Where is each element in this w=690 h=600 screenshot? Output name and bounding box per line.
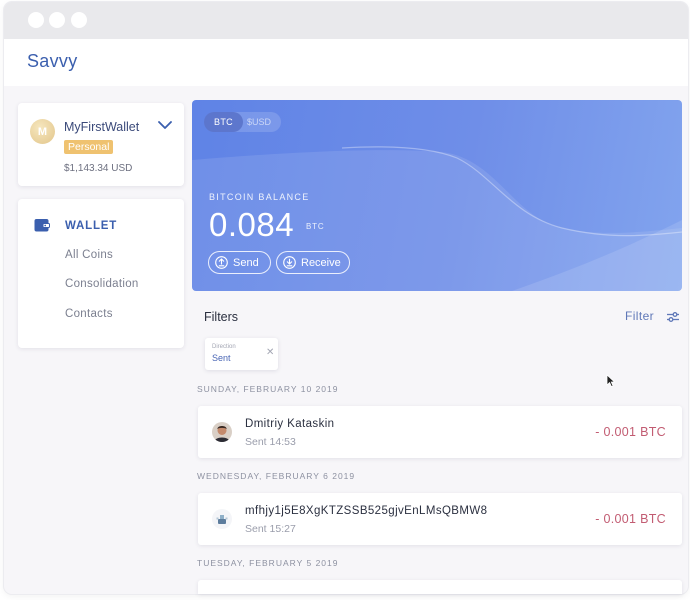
window-control-dot[interactable] [49, 12, 65, 28]
filter-chip-direction[interactable]: Direction Sent ✕ [205, 338, 278, 370]
filters-title: Filters [204, 310, 239, 324]
app-title: Savvy [27, 51, 78, 71]
wallet-balance-usd: $1,143.34 USD [64, 163, 133, 174]
tab-usd[interactable]: $USD [247, 112, 271, 132]
window-control-dot[interactable] [71, 12, 87, 28]
receive-label: Receive [301, 256, 341, 269]
upload-icon [215, 256, 228, 269]
chevron-down-icon[interactable] [158, 119, 172, 131]
balance-hero: BTC $USD BITCOIN BALANCE 0.084 BTC Send … [192, 100, 682, 291]
send-label: Send [233, 256, 259, 269]
send-button[interactable]: Send [208, 251, 271, 274]
window-control-dot[interactable] [28, 12, 44, 28]
receive-button[interactable]: Receive [276, 251, 350, 274]
transaction-row[interactable]: mfhjy1j5E8XgKTZSSB525gjvEnLMsQBMW8 Sent … [198, 493, 682, 545]
date-header: SUNDAY, FEBRUARY 10 2019 [197, 384, 339, 394]
sidebar-item-wallet[interactable]: WALLET [65, 220, 117, 232]
sliders-icon[interactable] [667, 311, 679, 323]
transaction-amount: - 0.001 BTC [595, 425, 666, 439]
window-titlebar [4, 2, 688, 39]
sidebar-item-all-coins[interactable]: All Coins [65, 249, 113, 261]
wallet-avatar: M [30, 119, 55, 144]
wallet-type-badge: Personal [64, 140, 114, 154]
mouse-cursor-icon [606, 374, 616, 388]
balance-value: 0.084 [209, 206, 295, 243]
balance-label: BITCOIN BALANCE [209, 192, 310, 202]
transaction-name: Dmitriy Kataskin [245, 418, 335, 430]
wallet-selector[interactable]: M MyFirstWallet Personal $1,143.34 USD [18, 103, 184, 186]
chip-label: Direction [212, 344, 236, 350]
balance-unit: BTC [306, 222, 325, 231]
close-icon[interactable]: ✕ [266, 347, 274, 358]
currency-toggle: BTC $USD [204, 112, 281, 132]
address-avatar [212, 509, 232, 529]
filter-button[interactable]: Filter [625, 309, 654, 323]
transaction-time: Sent 14:53 [245, 436, 296, 448]
wallet-icon [34, 219, 50, 232]
sidebar-item-consolidation[interactable]: Consolidation [65, 278, 139, 290]
date-header: WEDNESDAY, FEBRUARY 6 2019 [197, 471, 356, 481]
download-icon [283, 256, 296, 269]
transaction-name: mfhjy1j5E8XgKTZSSB525gjvEnLMsQBMW8 [245, 505, 488, 517]
transaction-amount: - 0.001 BTC [595, 512, 666, 526]
sidebar-nav: WALLET All Coins Consolidation Contacts [18, 199, 184, 348]
wallet-name: MyFirstWallet [64, 120, 140, 134]
sidebar-item-contacts[interactable]: Contacts [65, 308, 113, 320]
tab-btc[interactable]: BTC [204, 112, 243, 132]
transaction-time: Sent 15:27 [245, 523, 296, 535]
person-avatar [212, 422, 232, 442]
transaction-row[interactable]: Dmitriy Kataskin Sent 14:53 - 0.001 BTC [198, 406, 682, 458]
transaction-row[interactable] [198, 580, 682, 594]
date-header: TUESDAY, FEBRUARY 5 2019 [197, 558, 339, 568]
chip-value: Sent [212, 353, 231, 363]
app-header: Savvy [4, 39, 688, 86]
